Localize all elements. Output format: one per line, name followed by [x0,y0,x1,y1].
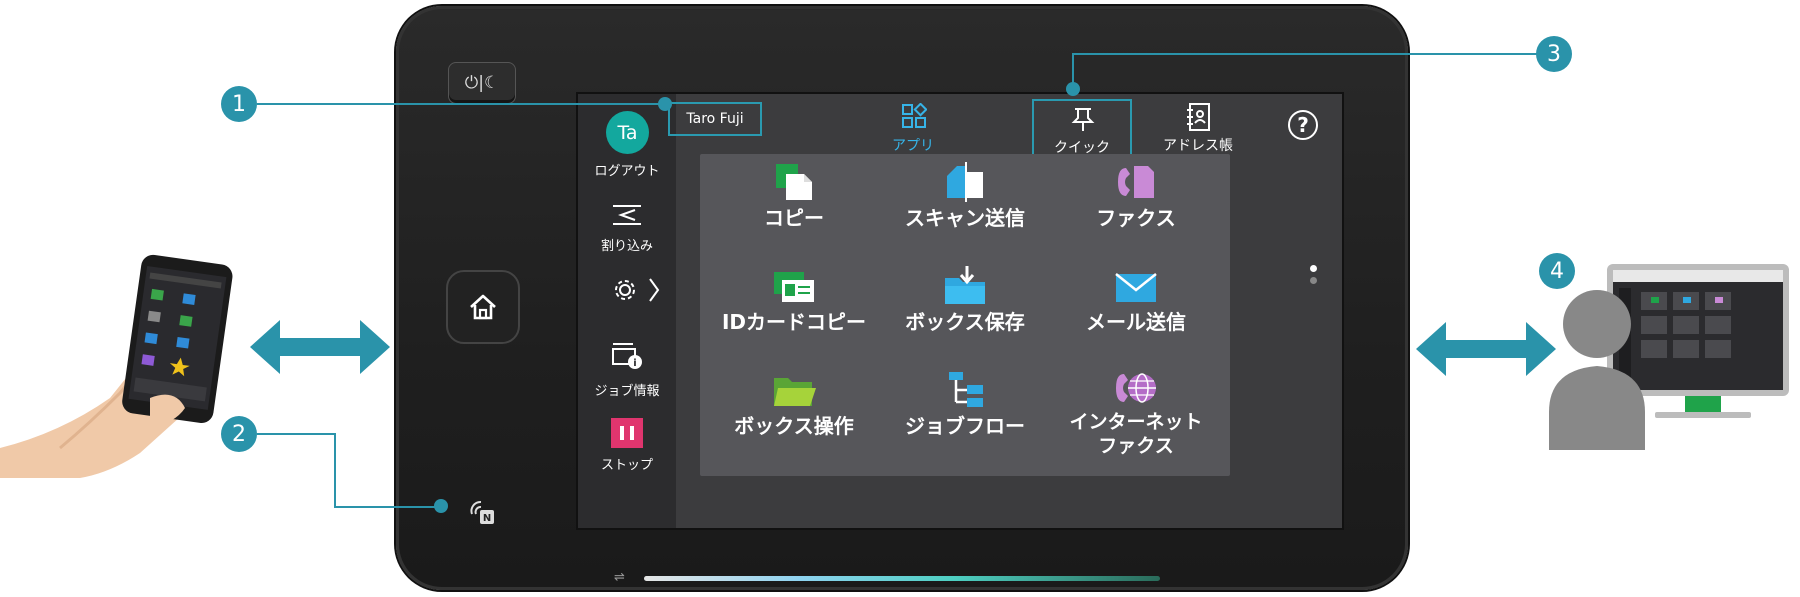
callout-dot-2 [434,499,448,513]
tile-scan-send[interactable]: スキャン送信 [871,154,1059,268]
tile-internet-fax[interactable]: インターネット ファクス [1042,362,1230,476]
callout-badge-2: 2 [221,416,257,452]
logout-label[interactable]: ログアウト [578,160,676,179]
scan-send-icon [947,162,983,202]
pc-user-illustration [1549,264,1789,450]
internet-fax-icon [1116,373,1156,403]
tile-internet-fax-line1: インターネット [1069,411,1203,433]
stop-icon[interactable] [611,418,643,448]
interrupt-icon [613,205,641,225]
apps-label: アプリ [892,138,934,154]
power-sleep-icon: ⏻|☾ [464,73,500,93]
fax-icon [1118,166,1154,198]
tile-fax[interactable]: ファクス [1042,154,1230,268]
interrupt-label[interactable]: 割り込み [578,235,676,254]
help-icon[interactable]: ? [1288,110,1318,140]
callout-line-2c [334,506,439,508]
status-light-bar [644,576,1160,581]
callout-line-2a [257,433,336,435]
tile-scan-send-label: スキャン送信 [905,206,1025,230]
home-button[interactable] [446,270,520,344]
bidirectional-arrow-right [1416,322,1556,376]
tile-job-flow-label: ジョブフロー [905,414,1025,438]
callout-dot-1 [658,97,672,111]
copy-icon [776,164,812,200]
gear-icon[interactable] [612,276,664,304]
callout-badge-3: 3 [1536,36,1572,72]
address-book-icon [1187,103,1210,131]
tile-internet-fax-label: インターネット ファクス [1042,410,1230,458]
user-name-display: Taro Fuji [668,102,762,136]
tile-id-card-copy-label: IDカードコピー [721,310,867,334]
stop-label[interactable]: ストップ [578,454,676,473]
page-indicator-inactive[interactable] [1310,277,1317,284]
page-indicator-active[interactable] [1310,265,1317,272]
tile-box-operation-label: ボックス操作 [734,414,854,438]
tile-copy-label: コピー [764,206,824,230]
box-operation-icon [774,378,816,406]
tile-internet-fax-line2: ファクス [1098,435,1174,457]
tile-box-store[interactable]: ボックス保存 [871,258,1059,372]
smartphone-in-hand [0,254,233,478]
light-bar-icon: ⇌ [614,570,625,585]
callout-line-1 [257,103,659,105]
job-info-label[interactable]: ジョブ情報 [578,380,676,399]
tile-job-flow[interactable]: ジョブフロー [871,362,1059,476]
box-store-icon [945,266,985,304]
touch-screen: Ta ログアウト 割り込み i ジョブ情報 ストップ Taro Fuji アプリ… [576,92,1344,530]
tile-copy[interactable]: コピー [700,154,888,268]
nfc-icon: N [470,501,494,524]
callout-badge-1: 1 [221,86,257,122]
quick-pin-icon [1071,108,1095,131]
power-sleep-button[interactable]: ⏻|☾ [448,62,516,104]
tile-email-send[interactable]: メール送信 [1042,258,1230,372]
tile-email-send-label: メール送信 [1086,310,1186,334]
svg-text:i: i [633,358,636,369]
callout-line-2b [334,433,336,508]
apps-icon [902,103,927,128]
job-info-icon: i [612,343,642,369]
tile-box-operation[interactable]: ボックス操作 [700,362,888,476]
callout-line-3a [1072,53,1538,55]
id-card-copy-icon [774,272,814,302]
printer-control-panel: ⏻|☾ N ⇌ Ta ログアウト 割り込み i ジョブ情報 ストップ Taro … [396,6,1408,590]
address-book-label: アドレス帳 [1163,138,1233,154]
user-avatar[interactable]: Ta [606,111,649,154]
bidirectional-arrow-left [250,320,390,374]
callout-dot-3 [1066,82,1080,96]
left-sidebar: Ta ログアウト 割り込み i ジョブ情報 ストップ [578,94,676,528]
home-icon [470,294,496,320]
tile-fax-label: ファクス [1096,206,1176,230]
job-flow-icon [949,372,983,407]
email-icon [1115,273,1157,302]
tile-box-store-label: ボックス保存 [905,310,1025,334]
svg-text:N: N [483,513,491,524]
tile-id-card-copy[interactable]: IDカードコピー [700,258,888,372]
